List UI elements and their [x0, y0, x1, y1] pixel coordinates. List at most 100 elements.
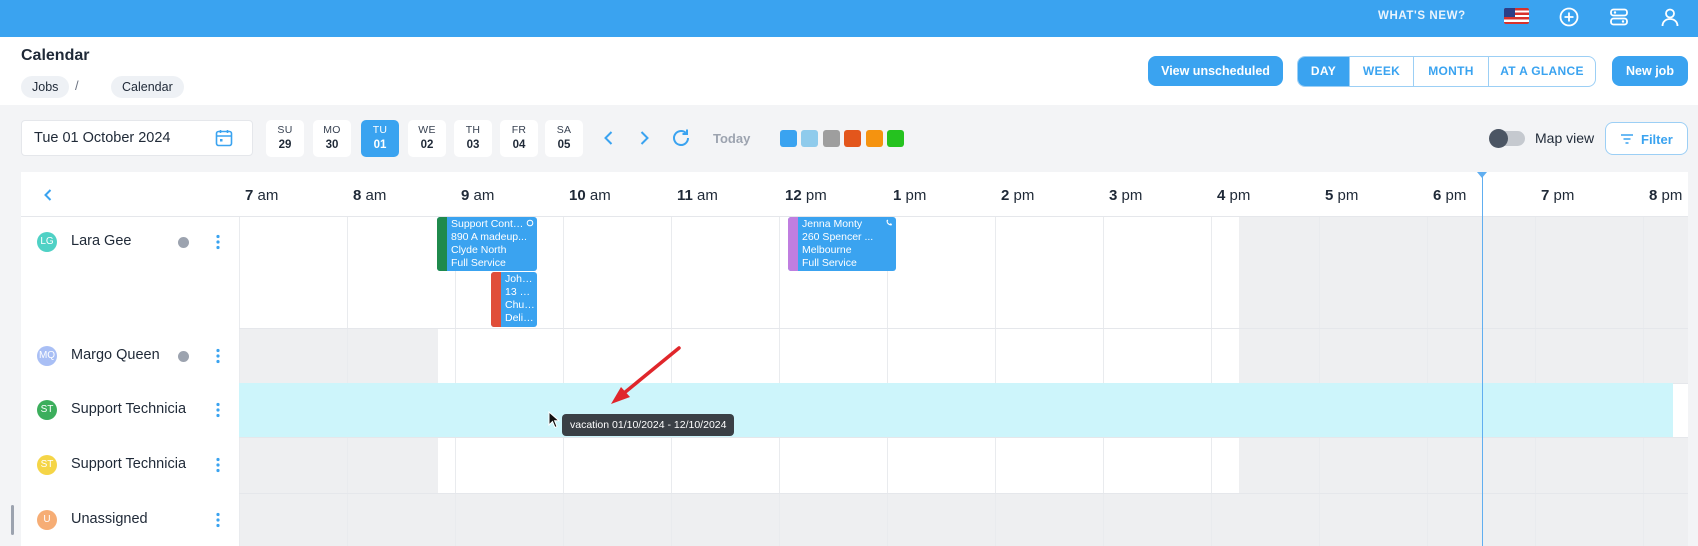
hour-label: 2 pm	[1001, 187, 1034, 204]
resource-row[interactable]: LG Lara Gee	[21, 217, 239, 328]
scrollbar-handle[interactable]	[11, 505, 14, 535]
resource-row[interactable]: ST Support Technicia	[21, 437, 239, 493]
hour-number: 11	[677, 187, 693, 204]
hour-gridline	[1103, 217, 1104, 546]
resource-row[interactable]: U Unassigned	[21, 493, 239, 546]
whats-new-link[interactable]: WHAT'S NEW?	[1378, 10, 1466, 22]
chevron-left-icon[interactable]	[599, 128, 619, 148]
hour-number: 9	[461, 187, 470, 204]
hour-unit: am	[697, 187, 718, 204]
day-date: 29	[278, 139, 292, 151]
hour-gridline	[1427, 217, 1428, 546]
hour-number: 10	[569, 187, 586, 204]
more-vertical-icon[interactable]	[214, 234, 222, 250]
refresh-icon[interactable]	[670, 127, 692, 149]
breadcrumb-calendar[interactable]: Calendar	[111, 76, 184, 98]
hour-unit: pm	[1121, 187, 1143, 204]
hour-unit: pm	[1013, 187, 1035, 204]
status-dot	[178, 351, 189, 362]
job-card-john[interactable]: John... 13 B... Chur... Deliv...	[491, 272, 537, 327]
chevron-right-icon[interactable]	[634, 128, 654, 148]
view-at-a-glance-button[interactable]: AT A GLANCE	[1489, 57, 1595, 86]
job-card-support-contact[interactable]: Support Conta... 890 A madeup... Clyde N…	[437, 217, 537, 271]
mouse-cursor-icon	[548, 411, 560, 429]
settings-panel-icon[interactable]	[1608, 6, 1630, 28]
calendar-icon[interactable]	[214, 128, 234, 148]
date-picker-field[interactable]: Tue 01 October 2024	[21, 120, 253, 156]
plus-circle-icon[interactable]	[1558, 6, 1580, 28]
sync-icon	[526, 219, 534, 227]
hour-unit: pm	[805, 187, 827, 204]
view-month-button[interactable]: MONTH	[1414, 57, 1489, 86]
hour-label: 1 pm	[893, 187, 926, 204]
color-swatch[interactable]	[801, 130, 818, 147]
resource-name: Unassigned	[71, 511, 148, 527]
filter-button[interactable]: Filter	[1605, 122, 1688, 155]
more-vertical-icon[interactable]	[214, 402, 222, 418]
vacation-block[interactable]	[239, 383, 1673, 437]
day-chip-tu[interactable]: TU 01	[361, 120, 399, 157]
color-swatch[interactable]	[823, 130, 840, 147]
filter-icon	[1621, 134, 1633, 144]
hour-unit: pm	[1229, 187, 1251, 204]
more-vertical-icon[interactable]	[214, 512, 222, 528]
resource-row[interactable]: MQ Margo Queen	[21, 328, 239, 383]
hour-unit: pm	[1553, 187, 1575, 204]
page-title: Calendar	[21, 47, 90, 64]
job-line: Full Service	[451, 257, 506, 269]
day-date: 30	[325, 139, 339, 151]
hour-unit: pm	[1337, 187, 1359, 204]
color-swatch[interactable]	[887, 130, 904, 147]
hour-number: 12	[785, 187, 802, 204]
job-color-bar	[437, 217, 447, 271]
view-unscheduled-button[interactable]: View unscheduled	[1148, 56, 1283, 86]
hour-gridline	[347, 217, 348, 546]
user-icon[interactable]	[1659, 6, 1681, 28]
hour-unit: pm	[1661, 187, 1683, 204]
hour-number: 7	[1541, 187, 1550, 204]
view-day-button[interactable]: DAY	[1298, 57, 1350, 86]
job-card-jenna-monty[interactable]: Jenna Monty 260 Spencer ... Melbourne Fu…	[788, 217, 896, 271]
day-chip-mo[interactable]: MO 30	[313, 120, 351, 157]
off-hours-area	[239, 437, 438, 493]
resource-column: LG Lara Gee MQ Margo Queen ST Support Technic…	[21, 217, 239, 546]
view-week-button[interactable]: WEEK	[1350, 57, 1414, 86]
hour-gridline	[779, 217, 780, 546]
vacation-tooltip: vacation 01/10/2024 - 12/10/2024	[562, 414, 735, 436]
phone-icon	[886, 219, 892, 226]
new-job-button[interactable]: New job	[1612, 56, 1688, 86]
map-view-toggle[interactable]	[1489, 129, 1525, 148]
avatar: MQ	[37, 346, 57, 366]
chevron-left-icon[interactable]	[38, 185, 58, 205]
off-hours-area	[1239, 328, 1688, 383]
day-name: MO	[323, 124, 341, 136]
hour-label: 6 pm	[1433, 187, 1466, 204]
day-date: 01	[373, 139, 387, 151]
avatar: LG	[37, 232, 57, 252]
hour-gridline	[239, 217, 240, 546]
day-date: 04	[512, 139, 526, 151]
us-flag-icon[interactable]	[1504, 8, 1529, 24]
today-button[interactable]: Today	[713, 131, 750, 146]
day-chip-fr[interactable]: FR 04	[500, 120, 538, 157]
job-line: John...	[505, 273, 535, 285]
job-line: 13 B...	[505, 286, 535, 298]
color-swatch[interactable]	[866, 130, 883, 147]
avatar: ST	[37, 455, 57, 475]
day-chip-th[interactable]: TH 03	[454, 120, 492, 157]
job-line: Full Service	[802, 257, 857, 269]
day-chip-we[interactable]: WE 02	[408, 120, 446, 157]
more-vertical-icon[interactable]	[214, 457, 222, 473]
resource-row[interactable]: ST Support Technicia	[21, 383, 239, 437]
off-hours-area	[1239, 437, 1688, 493]
breadcrumb-jobs[interactable]: Jobs	[21, 76, 70, 98]
day-chip-su[interactable]: SU 29	[266, 120, 304, 157]
hour-number: 2	[1001, 187, 1010, 204]
color-swatch[interactable]	[780, 130, 797, 147]
day-date: 03	[466, 139, 480, 151]
view-switcher: DAY WEEK MONTH AT A GLANCE	[1297, 56, 1596, 87]
more-vertical-icon[interactable]	[214, 348, 222, 364]
color-swatch[interactable]	[844, 130, 861, 147]
hour-number: 1	[893, 187, 902, 204]
day-chip-sa[interactable]: SA 05	[545, 120, 583, 157]
